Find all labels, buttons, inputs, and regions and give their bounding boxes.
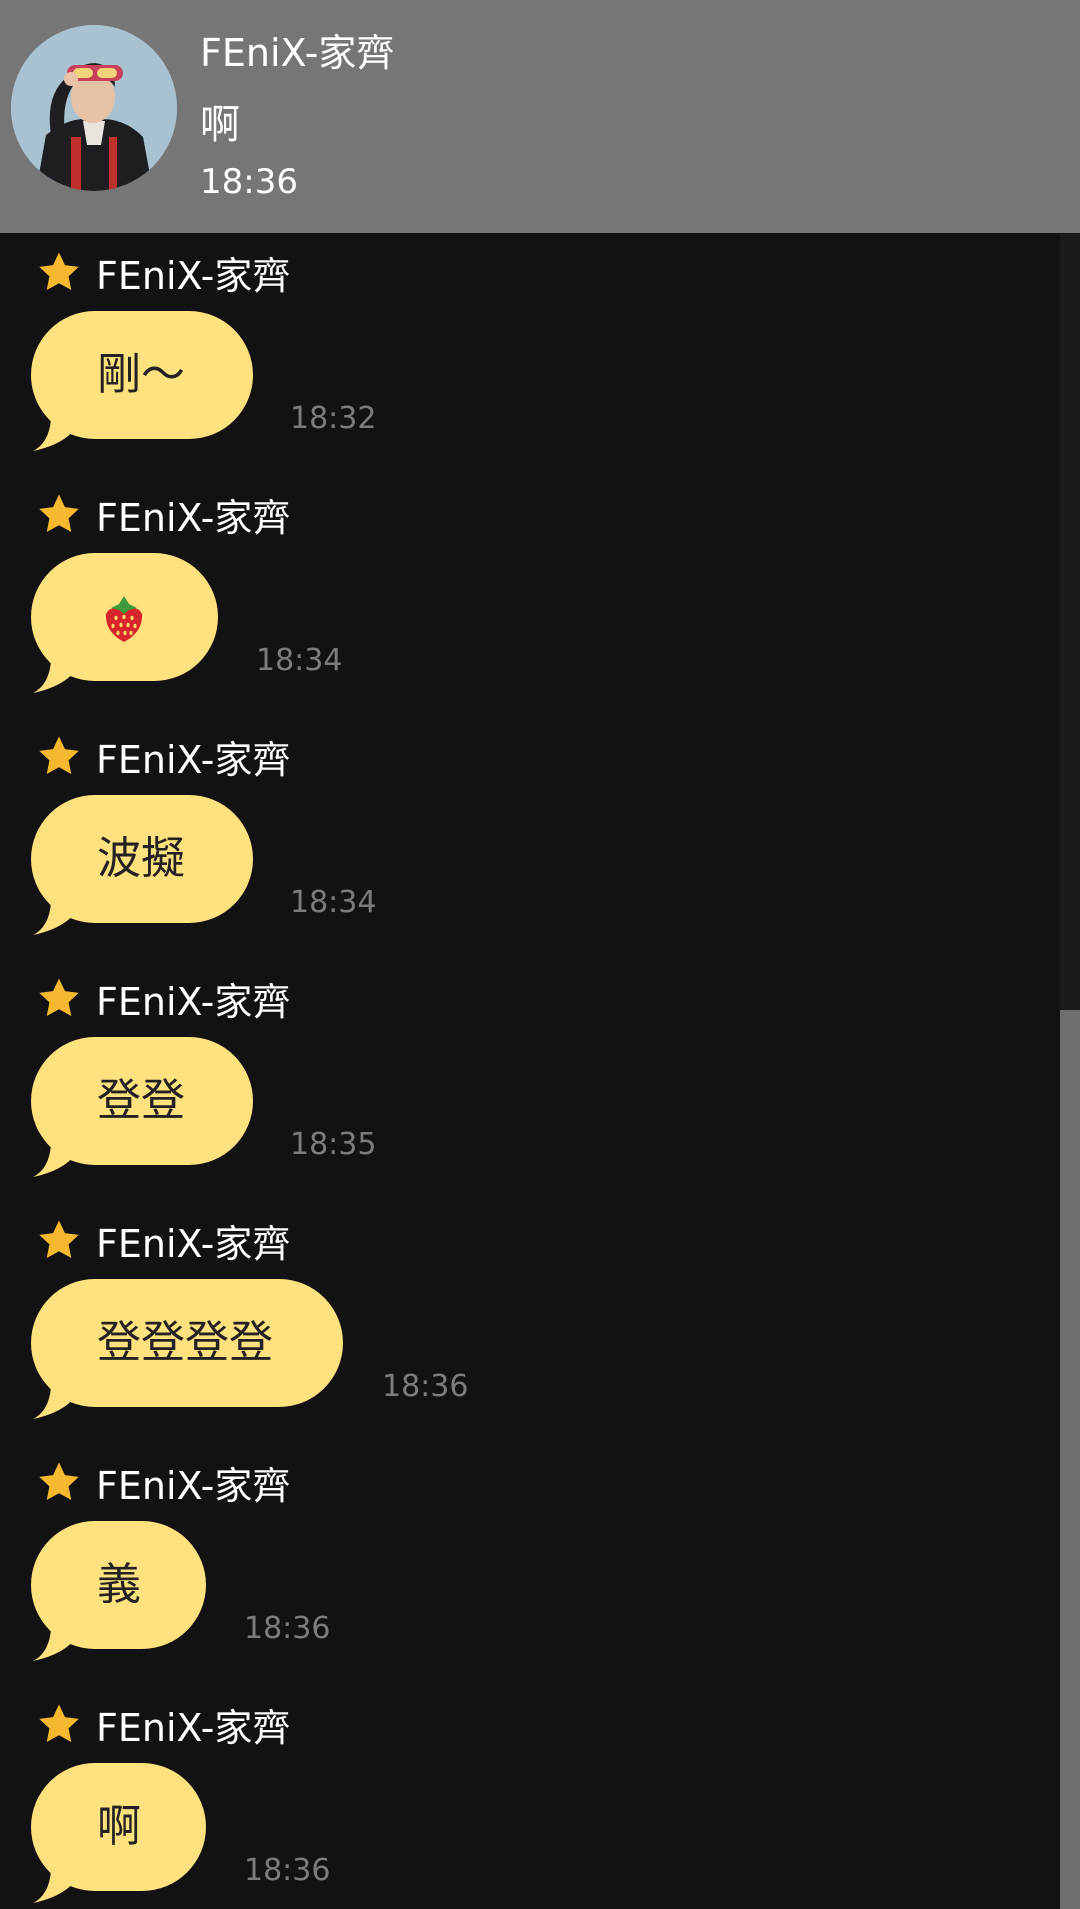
star-icon xyxy=(39,1462,79,1501)
message-time: 18:34 xyxy=(256,643,343,678)
star-icon xyxy=(39,736,79,775)
scrollbar-thumb[interactable] xyxy=(1060,1010,1080,1909)
star-icon xyxy=(39,252,79,291)
avatar-photo-icon xyxy=(11,25,177,191)
message-time: 18:36 xyxy=(244,1611,331,1646)
header-sender-name: FEniX-家齊 xyxy=(200,31,395,75)
sender-name: FEniX-家齊 xyxy=(96,496,291,540)
chat-header[interactable]: FEniX-家齊 啊 18:36 xyxy=(0,0,1080,233)
avatar[interactable] xyxy=(11,25,177,191)
message-item[interactable]: FEniX-家齊 波擬 18:34 xyxy=(0,717,1040,959)
chat-screen: FEniX-家齊 啊 18:36 FEniX-家齊 剛～ 18:32 FEniX… xyxy=(0,0,1080,1909)
message-bubble[interactable]: 義 xyxy=(31,1521,206,1649)
star-icon xyxy=(39,1704,79,1743)
sender-name: FEniX-家齊 xyxy=(96,1706,291,1750)
message-time: 18:35 xyxy=(290,1127,377,1162)
star-icon xyxy=(39,978,79,1017)
message-item[interactable]: FEniX-家齊 登登 18:35 xyxy=(0,959,1040,1201)
message-time: 18:36 xyxy=(244,1853,331,1888)
message-bubble[interactable]: 剛～ xyxy=(31,311,253,439)
message-item[interactable]: FEniX-家齊 啊 18:36 xyxy=(0,1685,1040,1909)
message-bubble[interactable]: 登登 xyxy=(31,1037,253,1165)
sender-name: FEniX-家齊 xyxy=(96,738,291,782)
message-time: 18:36 xyxy=(382,1369,469,1404)
star-icon xyxy=(39,494,79,533)
message-item[interactable]: FEniX-家齊 18:34 xyxy=(0,475,1040,717)
message-time: 18:32 xyxy=(290,401,377,436)
message-time: 18:34 xyxy=(290,885,377,920)
message-bubble[interactable]: 登登登登 xyxy=(31,1279,343,1407)
message-item[interactable]: FEniX-家齊 登登登登 18:36 xyxy=(0,1201,1040,1443)
header-time: 18:36 xyxy=(200,162,298,202)
sender-name: FEniX-家齊 xyxy=(96,1222,291,1266)
message-bubble[interactable] xyxy=(31,553,218,681)
sender-name: FEniX-家齊 xyxy=(96,254,291,298)
message-item[interactable]: FEniX-家齊 剛～ 18:32 xyxy=(0,233,1040,475)
message-item[interactable]: FEniX-家齊 義 18:36 xyxy=(0,1443,1040,1685)
sender-name: FEniX-家齊 xyxy=(96,1464,291,1508)
star-icon xyxy=(39,1220,79,1259)
strawberry-icon xyxy=(105,596,143,642)
message-bubble[interactable]: 啊 xyxy=(31,1763,206,1891)
header-last-message: 啊 xyxy=(200,102,240,148)
message-bubble[interactable]: 波擬 xyxy=(31,795,253,923)
sender-name: FEniX-家齊 xyxy=(96,980,291,1024)
